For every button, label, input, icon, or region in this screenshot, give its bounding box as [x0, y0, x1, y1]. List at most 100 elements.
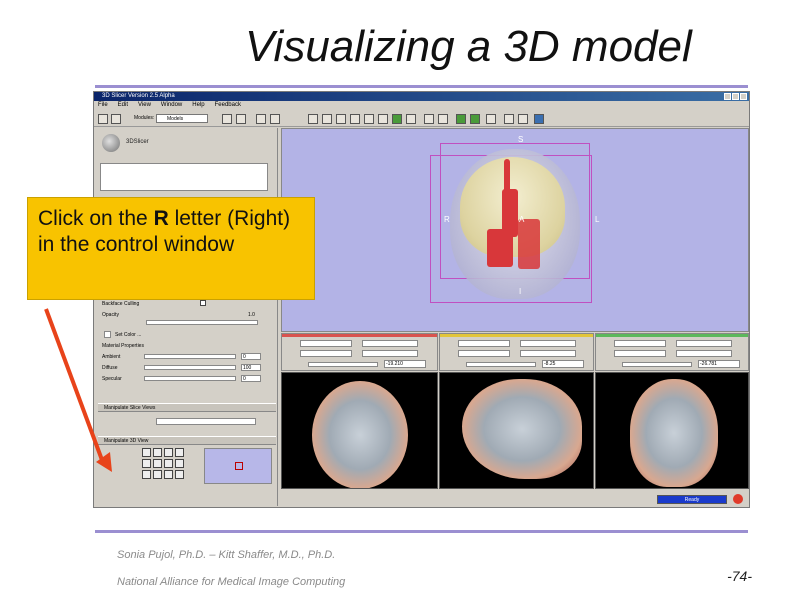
stop-icon[interactable]: [733, 494, 743, 504]
prev-module-button[interactable]: [222, 114, 232, 124]
ambient-value[interactable]: 0: [241, 353, 261, 360]
pin-icon[interactable]: [518, 114, 528, 124]
toolbar-icon[interactable]: [350, 114, 360, 124]
slice-back-select[interactable]: [362, 340, 418, 347]
home-icon[interactable]: [98, 114, 108, 124]
layout-icon[interactable]: [392, 114, 402, 124]
slice-orient-select[interactable]: [458, 350, 510, 357]
module-icon[interactable]: [256, 114, 266, 124]
slice-value[interactable]: -26.781: [698, 360, 740, 368]
info-textbox[interactable]: [100, 163, 268, 191]
orientation-i: I: [519, 287, 522, 296]
diffuse-slider[interactable]: [144, 365, 236, 370]
specular-value[interactable]: 0: [241, 375, 261, 382]
slice-label-select[interactable]: [676, 350, 732, 357]
progress-bar: Ready: [657, 495, 727, 504]
slice-controls-red: -19.210: [281, 333, 438, 371]
set-color-button[interactable]: Set Color ...: [115, 332, 141, 338]
callout-bold-letter: R: [153, 207, 169, 230]
slice-back-select[interactable]: [520, 340, 576, 347]
ambient-slider[interactable]: [144, 354, 236, 359]
backface-culling-label: Backface Culling: [102, 301, 140, 307]
slice-views-slider[interactable]: [156, 418, 256, 425]
slice-slider[interactable]: [308, 362, 378, 367]
slice-slider[interactable]: [466, 362, 536, 367]
menu-bar: File Edit View Window Help Feedback: [94, 101, 749, 110]
next-module-button[interactable]: [236, 114, 246, 124]
slice-orient-select[interactable]: [300, 350, 352, 357]
orientation-l: L: [595, 215, 600, 224]
status-bar: Ready: [281, 491, 749, 505]
slice-label-select[interactable]: [520, 350, 576, 357]
color-swatch[interactable]: [104, 331, 111, 338]
view-control-icon[interactable]: [142, 459, 151, 468]
layout-icon[interactable]: [438, 114, 448, 124]
menu-view[interactable]: View: [138, 101, 151, 110]
refresh-icon[interactable]: [534, 114, 544, 124]
slice-back-select[interactable]: [676, 340, 732, 347]
menu-help[interactable]: Help: [192, 101, 204, 110]
view-control-icon[interactable]: [175, 448, 184, 457]
axial-slice-viewer[interactable]: [281, 372, 438, 489]
slice-fore-select[interactable]: [458, 340, 510, 347]
undo-icon[interactable]: [456, 114, 466, 124]
view-control-icon[interactable]: [153, 448, 162, 457]
view-control-icon[interactable]: [142, 448, 151, 457]
3d-control-window[interactable]: [204, 448, 272, 484]
axial-slice-image: [312, 381, 408, 488]
slice-fore-select[interactable]: [300, 340, 352, 347]
window-title: 3D Slicer Version 2.5 Alpha: [102, 93, 175, 99]
toolbar-icon[interactable]: [364, 114, 374, 124]
backface-culling-checkbox[interactable]: [200, 300, 206, 306]
layout-icon[interactable]: [406, 114, 416, 124]
view-control-icon[interactable]: [164, 470, 173, 479]
minimize-button[interactable]: [724, 93, 731, 100]
toolbar-icon[interactable]: [322, 114, 332, 124]
coronal-slice-image: [630, 379, 718, 487]
menu-feedback[interactable]: Feedback: [215, 101, 241, 110]
orientation-a: A: [519, 215, 525, 224]
menu-file[interactable]: File: [98, 101, 108, 110]
view-control-icon[interactable]: [175, 470, 184, 479]
vessel-model: [518, 219, 540, 269]
footer-authors: Sonia Pujol, Ph.D. – Kitt Shaffer, M.D.,…: [117, 549, 336, 561]
redo-icon[interactable]: [470, 114, 480, 124]
slicer-logo-icon: [102, 134, 120, 152]
view-control-icon[interactable]: [153, 470, 162, 479]
modules-select[interactable]: Models: [156, 114, 208, 123]
maximize-button[interactable]: [732, 93, 739, 100]
view-control-icon[interactable]: [142, 470, 151, 479]
slice-label-select[interactable]: [362, 350, 418, 357]
slice-slider[interactable]: [622, 362, 692, 367]
view-control-icon[interactable]: [175, 459, 184, 468]
manipulate-3d-view-header[interactable]: Manipulate 3D View: [98, 436, 276, 445]
close-button[interactable]: [740, 93, 747, 100]
sagittal-slice-viewer[interactable]: [439, 372, 594, 489]
slice-fore-select[interactable]: [614, 340, 666, 347]
toolbar-icon[interactable]: [486, 114, 496, 124]
specular-slider[interactable]: [144, 376, 236, 381]
view-control-icon[interactable]: [164, 459, 173, 468]
toolbar-icon[interactable]: [336, 114, 346, 124]
toolbar-icon[interactable]: [378, 114, 388, 124]
manipulate-slice-views-header[interactable]: Manipulate Slice Views: [98, 403, 276, 412]
slice-orient-select[interactable]: [614, 350, 666, 357]
layout-icon[interactable]: [424, 114, 434, 124]
module-icon[interactable]: [270, 114, 280, 124]
pin-icon[interactable]: [504, 114, 514, 124]
folder-icon[interactable]: [111, 114, 121, 124]
menu-edit[interactable]: Edit: [118, 101, 128, 110]
slice-value[interactable]: -19.210: [384, 360, 426, 368]
opacity-label: Opacity: [102, 312, 119, 318]
opacity-slider[interactable]: [146, 320, 258, 325]
view-control-icon[interactable]: [153, 459, 162, 468]
menu-window[interactable]: Window: [161, 101, 182, 110]
specular-label: Specular: [102, 376, 122, 382]
view-control-icon[interactable]: [164, 448, 173, 457]
coronal-slice-viewer[interactable]: [595, 372, 749, 489]
slice-value[interactable]: -8.25: [542, 360, 584, 368]
3d-viewer[interactable]: S R L A I: [281, 128, 749, 332]
diffuse-value[interactable]: 100: [241, 364, 261, 371]
toolbar-icon[interactable]: [308, 114, 318, 124]
r-letter-button[interactable]: [235, 462, 243, 470]
